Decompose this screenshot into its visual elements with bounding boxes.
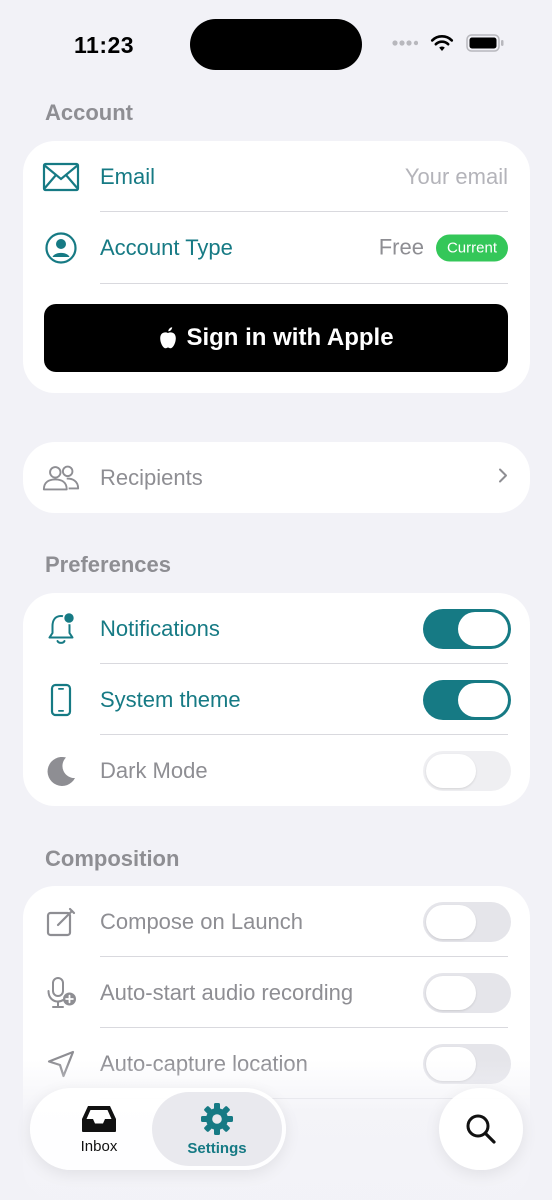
auto-start-audio-label: Auto-start audio recording — [100, 979, 354, 1005]
mic-plus-icon — [41, 973, 81, 1013]
account-type-row[interactable]: Account Type Free Current — [23, 212, 530, 283]
chevron-right-icon — [498, 467, 508, 488]
moon-icon — [41, 751, 81, 791]
envelope-icon — [41, 157, 81, 197]
account-type-value-group: Free Current — [379, 234, 508, 261]
notifications-toggle[interactable] — [423, 608, 511, 649]
tab-inbox-label: Inbox — [80, 1137, 118, 1155]
email-label: Email — [100, 163, 156, 189]
wifi-icon — [430, 35, 454, 51]
system-theme-label: System theme — [100, 686, 241, 712]
tab-settings[interactable]: Settings — [152, 1092, 282, 1166]
divider — [100, 283, 508, 284]
sign-in-label: Sign in with Apple — [186, 324, 394, 351]
tab-inbox[interactable]: Inbox — [38, 1092, 160, 1166]
email-field[interactable]: Your email — [405, 164, 508, 190]
dark-mode-row: Dark Mode — [23, 735, 530, 806]
tray-icon — [82, 1105, 116, 1132]
bell-badge-icon — [41, 609, 81, 649]
section-header-preferences: Preferences — [45, 552, 171, 577]
compose-on-launch-toggle[interactable] — [423, 901, 511, 942]
system-theme-row: System theme — [23, 664, 530, 735]
section-header-composition: Composition — [45, 846, 180, 871]
recipients-card: Recipients — [23, 442, 530, 513]
status-time: 11:23 — [74, 32, 135, 58]
battery-icon — [466, 34, 504, 52]
people-icon — [41, 458, 81, 498]
recipients-row[interactable]: Recipients — [23, 442, 530, 513]
search-button[interactable] — [439, 1088, 523, 1170]
status-bar: 11:23 — [0, 0, 552, 90]
phone-icon — [41, 680, 81, 720]
auto-start-audio-row: Auto-start audio recording — [23, 957, 530, 1028]
person-circle-icon — [41, 228, 81, 268]
email-row[interactable]: Email Your email — [23, 141, 530, 212]
account-type-label: Account Type — [100, 234, 233, 260]
tab-settings-label: Settings — [187, 1139, 247, 1157]
preferences-card: Notifications System theme Dark Mode — [23, 593, 530, 806]
compose-icon — [41, 902, 81, 942]
dark-mode-label: Dark Mode — [100, 757, 208, 783]
status-badge: Current — [435, 234, 508, 261]
cellular-signal-icon — [392, 40, 418, 46]
auto-start-audio-toggle[interactable] — [423, 972, 511, 1013]
apple-logo-icon — [160, 327, 177, 349]
notifications-label: Notifications — [100, 615, 220, 641]
notifications-row: Notifications — [23, 593, 530, 664]
system-theme-toggle[interactable] — [423, 679, 511, 720]
tab-bar: Inbox Settings — [30, 1088, 286, 1170]
compose-on-launch-row: Compose on Launch — [23, 886, 530, 957]
sign-in-with-apple-button[interactable]: Sign in with Apple — [44, 304, 508, 372]
account-card: Email Your email Account Type Free Curre… — [23, 141, 530, 393]
compose-on-launch-label: Compose on Launch — [100, 908, 304, 934]
search-icon — [466, 1114, 496, 1144]
status-icons — [392, 34, 504, 52]
gear-icon — [201, 1102, 233, 1135]
section-header-account: Account — [45, 100, 133, 125]
dynamic-island — [190, 19, 362, 70]
recipients-label: Recipients — [100, 464, 203, 490]
dark-mode-toggle[interactable] — [423, 750, 511, 791]
account-type-value: Free — [378, 234, 424, 260]
